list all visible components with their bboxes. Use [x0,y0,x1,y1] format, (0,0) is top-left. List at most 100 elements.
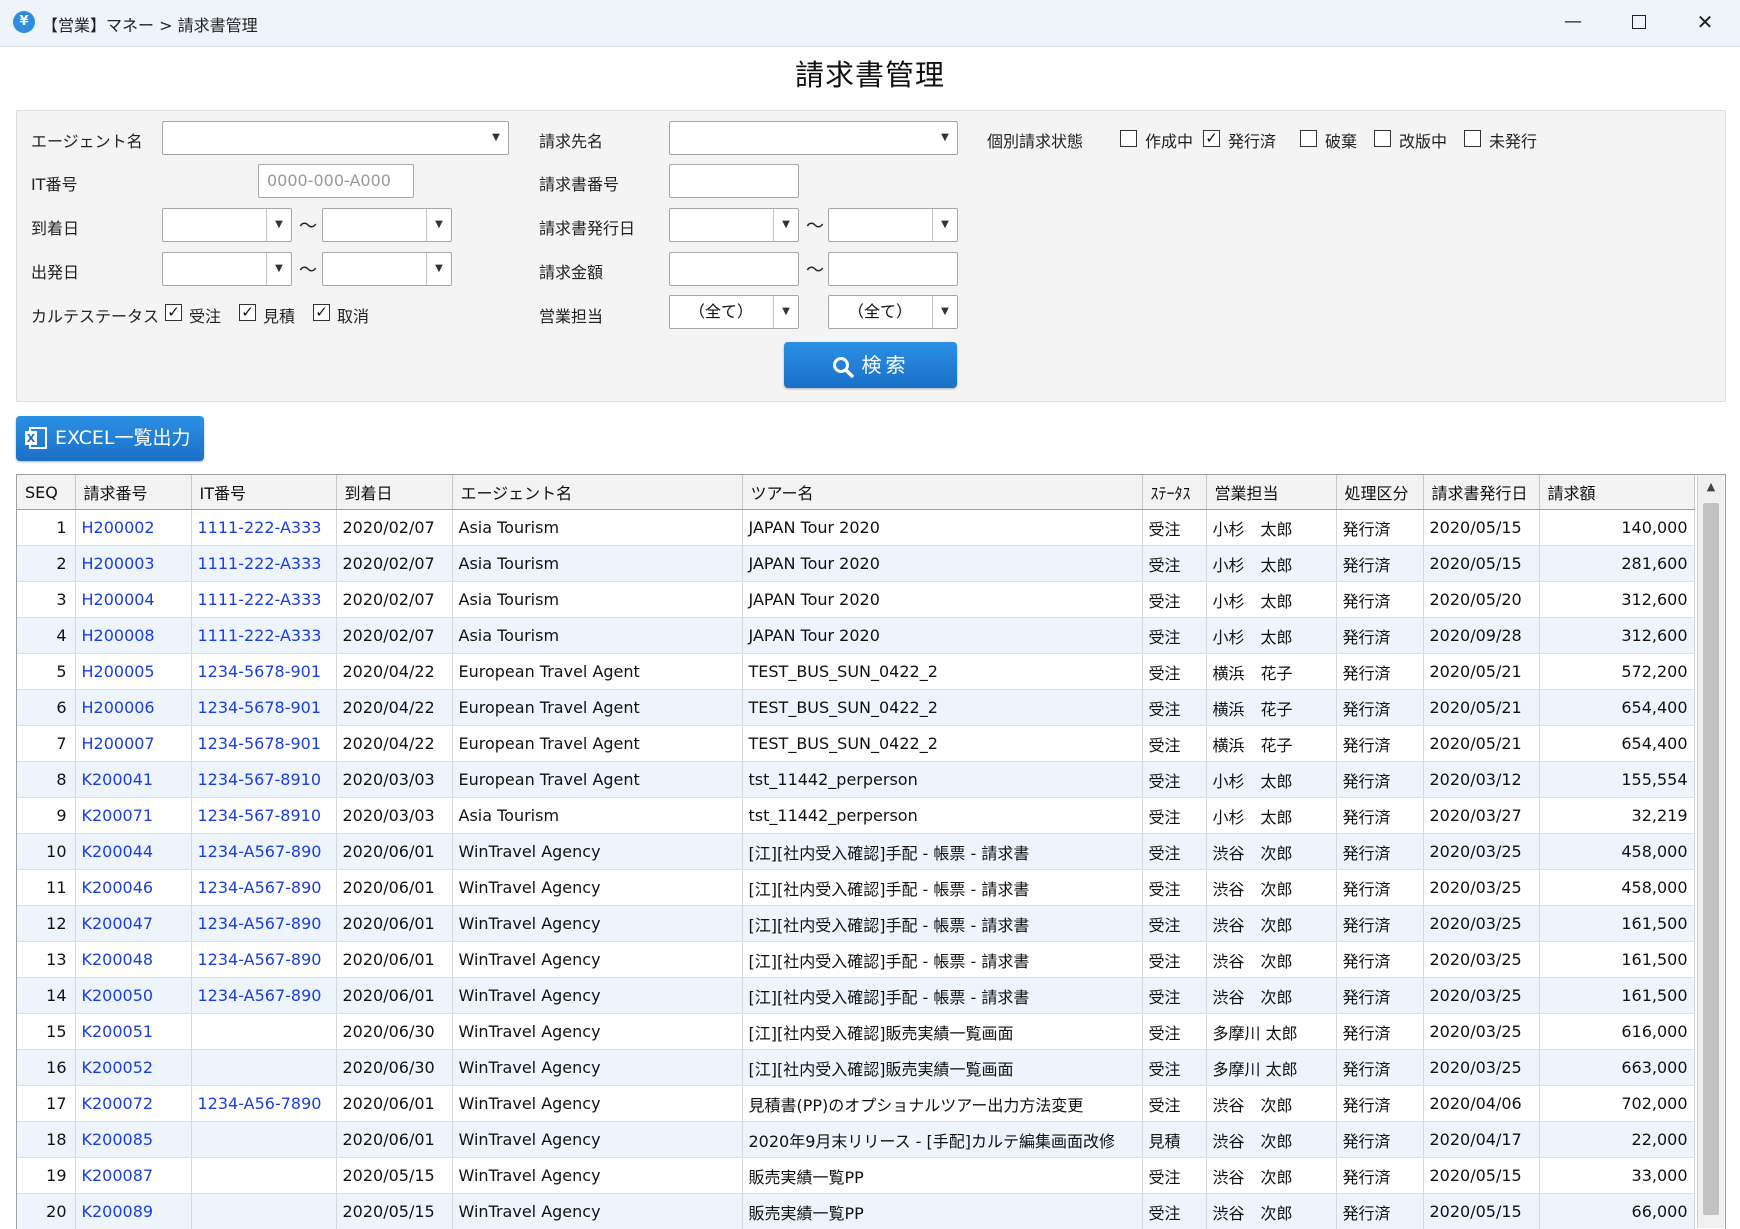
invoice-number-link[interactable]: H200002 [75,510,191,546]
table-row[interactable]: 7H2000071234-5678-9012020/04/22European … [17,726,1694,762]
it-number-input[interactable]: 0000-000-A000 [258,164,414,198]
it-number-link[interactable]: 1111-222-A333 [191,618,336,654]
it-number-link[interactable]: 1234-A567-890 [191,978,336,1014]
table-row[interactable]: 11K2000461234-A567-8902020/06/01WinTrave… [17,870,1694,906]
sales-rep-group-dropdown[interactable]: （全て） ▼ [669,295,799,329]
table-row[interactable]: 19K2000872020/05/15WinTravel Agency販売実績一… [17,1158,1694,1194]
invoice-number-link[interactable]: K200052 [75,1050,191,1086]
invoice-number-link[interactable]: K200085 [75,1122,191,1158]
it-number-link[interactable]: 1234-A567-890 [191,834,336,870]
table-row[interactable]: 5H2000051234-5678-9012020/04/22European … [17,654,1694,690]
arrival-date-to-picker[interactable]: ▼ [322,208,452,242]
it-number-link[interactable]: 1111-222-A333 [191,510,336,546]
column-header[interactable]: ツアー名 [742,475,1142,510]
column-header[interactable]: SEQ [17,475,75,510]
maximize-button[interactable] [1606,0,1672,46]
scroll-up-icon[interactable]: ▲ [1698,475,1724,499]
invoice-number-link[interactable]: K200048 [75,942,191,978]
invoice-number-link[interactable]: K200051 [75,1014,191,1050]
departure-date-to-picker[interactable]: ▼ [322,252,452,286]
excel-export-button[interactable]: X EXCEL一覧出力 [16,416,204,461]
amount-from-input[interactable] [669,252,799,286]
issue-date-from-picker[interactable]: ▼ [669,208,799,242]
invoice-number-link[interactable]: H200005 [75,654,191,690]
status-discarded-checkbox[interactable] [1300,130,1317,147]
invoice-number-link[interactable]: K200087 [75,1158,191,1194]
agent-name-combobox[interactable]: ▼ [162,121,509,155]
billing-to-combobox[interactable]: ▼ [669,121,958,155]
it-number-link[interactable] [191,1122,336,1158]
it-number-link[interactable]: 1111-222-A333 [191,582,336,618]
table-row[interactable]: 9K2000711234-567-89102020/03/03Asia Tour… [17,798,1694,834]
table-row[interactable]: 18K2000852020/06/01WinTravel Agency2020年… [17,1122,1694,1158]
status-drafting-checkbox[interactable] [1120,130,1137,147]
invoice-number-link[interactable]: H200003 [75,546,191,582]
it-number-link[interactable] [191,1050,336,1086]
table-row[interactable]: 1H2000021111-222-A3332020/02/07Asia Tour… [17,510,1694,546]
invoice-number-link[interactable]: K200089 [75,1194,191,1229]
invoice-number-link[interactable]: H200007 [75,726,191,762]
column-header[interactable]: 営業担当 [1206,475,1336,510]
arrival-date-from-picker[interactable]: ▼ [162,208,292,242]
invoice-number-input[interactable] [669,164,799,198]
table-row[interactable]: 2H2000031111-222-A3332020/02/07Asia Tour… [17,546,1694,582]
it-number-link[interactable] [191,1194,336,1229]
table-row[interactable]: 10K2000441234-A567-8902020/06/01WinTrave… [17,834,1694,870]
column-header[interactable]: ｽﾃｰﾀｽ [1142,475,1206,510]
it-number-link[interactable]: 1234-5678-901 [191,654,336,690]
status-issued-checkbox[interactable]: ✓ [1203,130,1220,147]
vertical-scrollbar[interactable]: ▲ [1697,475,1724,1228]
search-button[interactable]: 検索 [784,342,957,388]
it-number-link[interactable]: 1234-A567-890 [191,942,336,978]
it-number-link[interactable]: 1234-5678-901 [191,726,336,762]
invoice-number-link[interactable]: K200050 [75,978,191,1014]
issue-date-to-picker[interactable]: ▼ [828,208,958,242]
karte-cancel-checkbox[interactable]: ✓ [313,304,330,321]
it-number-link[interactable]: 1234-A567-890 [191,906,336,942]
table-row[interactable]: 12K2000471234-A567-8902020/06/01WinTrave… [17,906,1694,942]
column-header[interactable]: IT番号 [191,475,336,510]
invoice-number-link[interactable]: K200071 [75,798,191,834]
scroll-thumb[interactable] [1703,503,1719,1215]
karte-order-checkbox[interactable]: ✓ [165,304,182,321]
invoice-number-link[interactable]: H200008 [75,618,191,654]
status-revising-checkbox[interactable] [1374,130,1391,147]
sales-rep-person-dropdown[interactable]: （全て） ▼ [828,295,958,329]
column-header[interactable]: エージェント名 [452,475,742,510]
invoice-number-link[interactable]: K200041 [75,762,191,798]
it-number-link[interactable]: 1111-222-A333 [191,546,336,582]
it-number-link[interactable]: 1234-567-8910 [191,798,336,834]
invoice-number-link[interactable]: H200006 [75,690,191,726]
column-header[interactable]: 処理区分 [1336,475,1423,510]
departure-date-from-picker[interactable]: ▼ [162,252,292,286]
column-header[interactable]: 請求額 [1539,475,1694,510]
table-row[interactable]: 13K2000481234-A567-8902020/06/01WinTrave… [17,942,1694,978]
it-number-link[interactable] [191,1158,336,1194]
it-number-link[interactable]: 1234-A56-7890 [191,1086,336,1122]
table-row[interactable]: 14K2000501234-A567-8902020/06/01WinTrave… [17,978,1694,1014]
invoice-number-link[interactable]: K200046 [75,870,191,906]
table-row[interactable]: 8K2000411234-567-89102020/03/03European … [17,762,1694,798]
table-row[interactable]: 4H2000081111-222-A3332020/02/07Asia Tour… [17,618,1694,654]
it-number-link[interactable]: 1234-A567-890 [191,870,336,906]
status-unissued-checkbox[interactable] [1464,130,1481,147]
table-row[interactable]: 3H2000041111-222-A3332020/02/07Asia Tour… [17,582,1694,618]
amount-to-input[interactable] [828,252,958,286]
table-row[interactable]: 15K2000512020/06/30WinTravel Agency[江][社… [17,1014,1694,1050]
column-header[interactable]: 請求書発行日 [1423,475,1539,510]
it-number-link[interactable] [191,1014,336,1050]
minimize-button[interactable]: — [1540,0,1606,46]
column-header[interactable]: 請求番号 [75,475,191,510]
table-row[interactable]: 20K2000892020/05/15WinTravel Agency販売実績一… [17,1194,1694,1229]
it-number-link[interactable]: 1234-567-8910 [191,762,336,798]
close-button[interactable]: ✕ [1672,0,1738,46]
it-number-link[interactable]: 1234-5678-901 [191,690,336,726]
table-row[interactable]: 6H2000061234-5678-9012020/04/22European … [17,690,1694,726]
karte-estimate-checkbox[interactable]: ✓ [239,304,256,321]
table-row[interactable]: 16K2000522020/06/30WinTravel Agency[江][社… [17,1050,1694,1086]
invoice-number-link[interactable]: K200072 [75,1086,191,1122]
invoice-number-link[interactable]: H200004 [75,582,191,618]
column-header[interactable]: 到着日 [336,475,452,510]
table-row[interactable]: 17K2000721234-A56-78902020/06/01WinTrave… [17,1086,1694,1122]
invoice-number-link[interactable]: K200044 [75,834,191,870]
